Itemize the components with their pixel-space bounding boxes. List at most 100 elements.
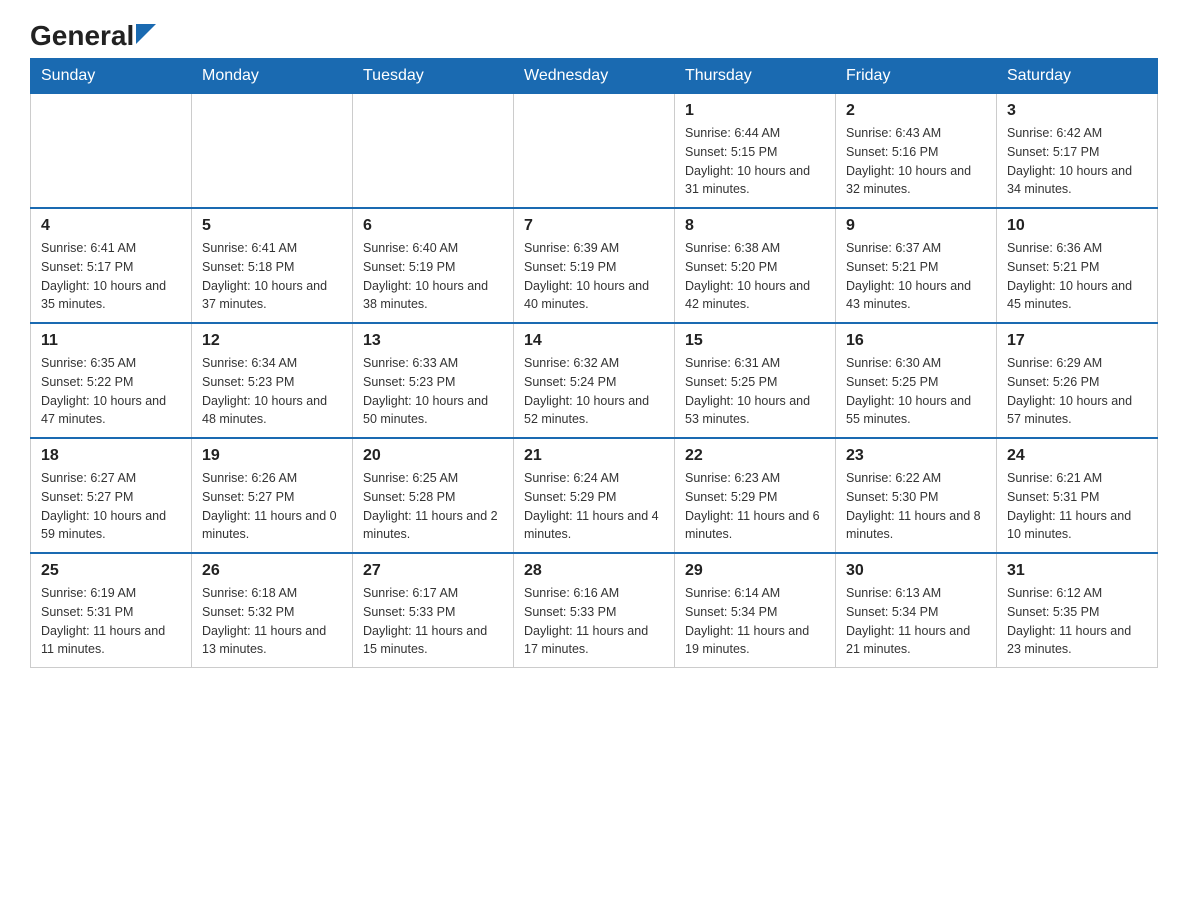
- calendar-cell: 9 Sunrise: 6:37 AMSunset: 5:21 PMDaylight…: [836, 208, 997, 323]
- calendar-cell: 30 Sunrise: 6:13 AMSunset: 5:34 PMDayligh…: [836, 553, 997, 668]
- calendar-cell: 20 Sunrise: 6:25 AMSunset: 5:28 PMDayligh…: [353, 438, 514, 553]
- day-info: Sunrise: 6:23 AMSunset: 5:29 PMDaylight:…: [685, 469, 825, 544]
- calendar-week-row: 4 Sunrise: 6:41 AMSunset: 5:17 PMDaylight…: [31, 208, 1158, 323]
- day-number: 20: [363, 447, 503, 465]
- day-number: 24: [1007, 447, 1147, 465]
- calendar-cell: 8 Sunrise: 6:38 AMSunset: 5:20 PMDaylight…: [675, 208, 836, 323]
- day-info: Sunrise: 6:38 AMSunset: 5:20 PMDaylight:…: [685, 239, 825, 314]
- calendar-cell: 31 Sunrise: 6:12 AMSunset: 5:35 PMDayligh…: [997, 553, 1158, 668]
- day-info: Sunrise: 6:17 AMSunset: 5:33 PMDaylight:…: [363, 584, 503, 659]
- calendar-table: SundayMondayTuesdayWednesdayThursdayFrid…: [30, 58, 1158, 668]
- calendar-cell: 3Sunrise: 6:42 AMSunset: 5:17 PMDaylight…: [997, 94, 1158, 209]
- calendar-header-row: SundayMondayTuesdayWednesdayThursdayFrid…: [31, 59, 1158, 94]
- day-info: Sunrise: 6:29 AMSunset: 5:26 PMDaylight:…: [1007, 354, 1147, 429]
- day-info: Sunrise: 6:25 AMSunset: 5:28 PMDaylight:…: [363, 469, 503, 544]
- day-info: Sunrise: 6:36 AMSunset: 5:21 PMDaylight:…: [1007, 239, 1147, 314]
- calendar-cell: 6Sunrise: 6:40 AMSunset: 5:19 PMDaylight…: [353, 208, 514, 323]
- day-info: Sunrise: 6:13 AMSunset: 5:34 PMDaylight:…: [846, 584, 986, 659]
- day-number: 9: [846, 217, 986, 235]
- day-info: Sunrise: 6:22 AMSunset: 5:30 PMDaylight:…: [846, 469, 986, 544]
- calendar-cell: 17Sunrise: 6:29 AMSunset: 5:26 PMDayligh…: [997, 323, 1158, 438]
- day-number: 10: [1007, 217, 1147, 235]
- calendar-week-row: 1 Sunrise: 6:44 AMSunset: 5:15 PMDaylight…: [31, 94, 1158, 209]
- calendar-cell: 28Sunrise: 6:16 AMSunset: 5:33 PMDayligh…: [514, 553, 675, 668]
- calendar-cell: [514, 94, 675, 209]
- day-number: 28: [524, 562, 664, 580]
- logo-text: General: [30, 20, 156, 52]
- day-info: Sunrise: 6:41 AMSunset: 5:17 PMDaylight:…: [41, 239, 181, 314]
- logo-triangle-icon: [136, 24, 156, 44]
- calendar-cell: 10 Sunrise: 6:36 AMSunset: 5:21 PMDayligh…: [997, 208, 1158, 323]
- calendar-cell: 27Sunrise: 6:17 AMSunset: 5:33 PMDayligh…: [353, 553, 514, 668]
- weekday-header-monday: Monday: [192, 59, 353, 94]
- day-info: Sunrise: 6:30 AMSunset: 5:25 PMDaylight:…: [846, 354, 986, 429]
- calendar-cell: 15 Sunrise: 6:31 AMSunset: 5:25 PMDayligh…: [675, 323, 836, 438]
- day-info: Sunrise: 6:39 AMSunset: 5:19 PMDaylight:…: [524, 239, 664, 314]
- calendar-cell: 1 Sunrise: 6:44 AMSunset: 5:15 PMDaylight…: [675, 94, 836, 209]
- day-number: 4: [41, 217, 181, 235]
- day-number: 11: [41, 332, 181, 350]
- logo-general: General: [30, 20, 134, 52]
- day-number: 22: [685, 447, 825, 465]
- calendar-cell: 11 Sunrise: 6:35 AMSunset: 5:22 PMDayligh…: [31, 323, 192, 438]
- day-info: Sunrise: 6:34 AMSunset: 5:23 PMDaylight:…: [202, 354, 342, 429]
- day-info: Sunrise: 6:19 AMSunset: 5:31 PMDaylight:…: [41, 584, 181, 659]
- calendar-cell: 18 Sunrise: 6:27 AMSunset: 5:27 PMDayligh…: [31, 438, 192, 553]
- day-info: Sunrise: 6:18 AMSunset: 5:32 PMDaylight:…: [202, 584, 342, 659]
- day-number: 26: [202, 562, 342, 580]
- calendar-week-row: 11 Sunrise: 6:35 AMSunset: 5:22 PMDayligh…: [31, 323, 1158, 438]
- day-info: Sunrise: 6:42 AMSunset: 5:17 PMDaylight:…: [1007, 124, 1147, 199]
- day-info: Sunrise: 6:40 AMSunset: 5:19 PMDaylight:…: [363, 239, 503, 314]
- calendar-cell: 2Sunrise: 6:43 AMSunset: 5:16 PMDaylight…: [836, 94, 997, 209]
- calendar-cell: 29 Sunrise: 6:14 AMSunset: 5:34 PMDayligh…: [675, 553, 836, 668]
- weekday-header-saturday: Saturday: [997, 59, 1158, 94]
- calendar-cell: 25Sunrise: 6:19 AMSunset: 5:31 PMDayligh…: [31, 553, 192, 668]
- day-number: 1: [685, 102, 825, 120]
- day-info: Sunrise: 6:21 AMSunset: 5:31 PMDaylight:…: [1007, 469, 1147, 544]
- weekday-header-tuesday: Tuesday: [353, 59, 514, 94]
- logo: General: [30, 20, 156, 48]
- weekday-header-wednesday: Wednesday: [514, 59, 675, 94]
- day-number: 31: [1007, 562, 1147, 580]
- calendar-cell: 22 Sunrise: 6:23 AMSunset: 5:29 PMDayligh…: [675, 438, 836, 553]
- day-number: 30: [846, 562, 986, 580]
- day-info: Sunrise: 6:35 AMSunset: 5:22 PMDaylight:…: [41, 354, 181, 429]
- weekday-header-thursday: Thursday: [675, 59, 836, 94]
- calendar-cell: [353, 94, 514, 209]
- day-number: 12: [202, 332, 342, 350]
- day-number: 23: [846, 447, 986, 465]
- weekday-header-sunday: Sunday: [31, 59, 192, 94]
- calendar-cell: 19Sunrise: 6:26 AMSunset: 5:27 PMDayligh…: [192, 438, 353, 553]
- day-info: Sunrise: 6:32 AMSunset: 5:24 PMDaylight:…: [524, 354, 664, 429]
- calendar-cell: [192, 94, 353, 209]
- calendar-cell: 13Sunrise: 6:33 AMSunset: 5:23 PMDayligh…: [353, 323, 514, 438]
- calendar-cell: 26 Sunrise: 6:18 AMSunset: 5:32 PMDayligh…: [192, 553, 353, 668]
- day-info: Sunrise: 6:24 AMSunset: 5:29 PMDaylight:…: [524, 469, 664, 544]
- day-info: Sunrise: 6:12 AMSunset: 5:35 PMDaylight:…: [1007, 584, 1147, 659]
- day-number: 8: [685, 217, 825, 235]
- calendar-cell: 4 Sunrise: 6:41 AMSunset: 5:17 PMDaylight…: [31, 208, 192, 323]
- day-info: Sunrise: 6:14 AMSunset: 5:34 PMDaylight:…: [685, 584, 825, 659]
- day-number: 19: [202, 447, 342, 465]
- day-number: 2: [846, 102, 986, 120]
- calendar-cell: 5Sunrise: 6:41 AMSunset: 5:18 PMDaylight…: [192, 208, 353, 323]
- calendar-cell: [31, 94, 192, 209]
- day-number: 21: [524, 447, 664, 465]
- calendar-week-row: 25Sunrise: 6:19 AMSunset: 5:31 PMDayligh…: [31, 553, 1158, 668]
- day-number: 29: [685, 562, 825, 580]
- day-info: Sunrise: 6:37 AMSunset: 5:21 PMDaylight:…: [846, 239, 986, 314]
- day-number: 18: [41, 447, 181, 465]
- day-info: Sunrise: 6:33 AMSunset: 5:23 PMDaylight:…: [363, 354, 503, 429]
- day-number: 16: [846, 332, 986, 350]
- day-number: 7: [524, 217, 664, 235]
- day-info: Sunrise: 6:31 AMSunset: 5:25 PMDaylight:…: [685, 354, 825, 429]
- weekday-header-friday: Friday: [836, 59, 997, 94]
- day-number: 14: [524, 332, 664, 350]
- page-header: General: [30, 20, 1158, 48]
- day-number: 15: [685, 332, 825, 350]
- calendar-cell: 12 Sunrise: 6:34 AMSunset: 5:23 PMDayligh…: [192, 323, 353, 438]
- day-info: Sunrise: 6:44 AMSunset: 5:15 PMDaylight:…: [685, 124, 825, 199]
- calendar-cell: 7 Sunrise: 6:39 AMSunset: 5:19 PMDaylight…: [514, 208, 675, 323]
- day-info: Sunrise: 6:27 AMSunset: 5:27 PMDaylight:…: [41, 469, 181, 544]
- calendar-cell: 21 Sunrise: 6:24 AMSunset: 5:29 PMDayligh…: [514, 438, 675, 553]
